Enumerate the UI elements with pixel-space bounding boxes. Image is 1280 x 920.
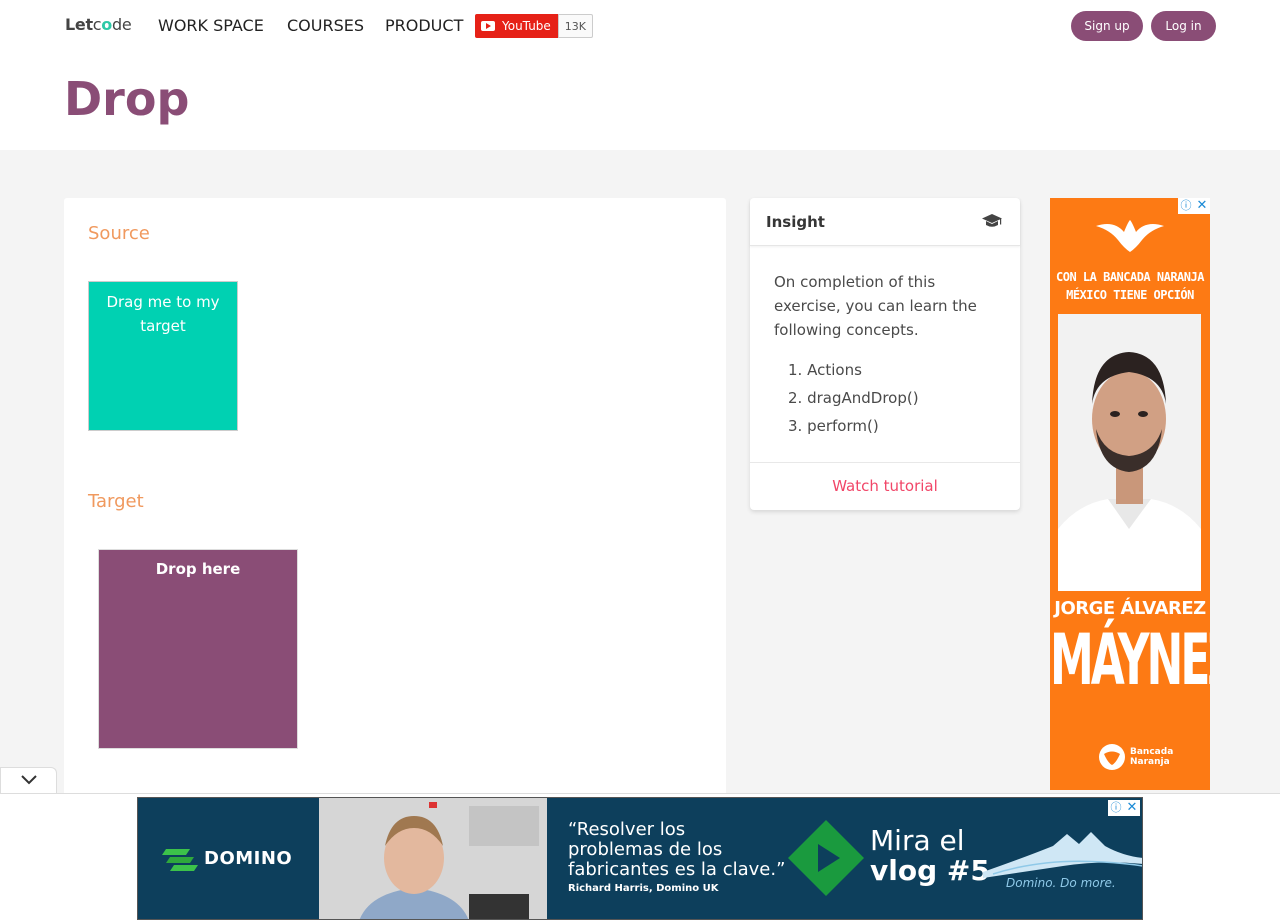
candidate-portrait-icon <box>1058 314 1201 591</box>
drag-drop-card: Source Drag me to my target Target Drop … <box>64 198 726 798</box>
youtube-subscriber-count: 13K <box>557 14 594 38</box>
ad-slogan-2: MÉXICO TIENE OPCIÓN <box>1066 288 1194 302</box>
play-diamond-icon[interactable] <box>788 820 864 896</box>
domino-tagline: Domino. Do more. <box>1006 876 1116 890</box>
concept-item-label: perform() <box>807 417 879 435</box>
ad-collapse-tab[interactable] <box>0 767 57 793</box>
logo-o: o <box>101 15 112 34</box>
signup-button[interactable]: Sign up <box>1071 11 1143 41</box>
top-header: Letcode WORK SPACE COURSES PRODUCT YouTu… <box>0 0 1280 150</box>
chevron-down-icon <box>21 775 37 785</box>
bottom-ad-bar: ⓘ ✕ DOMINO “Resolver los problemas de lo… <box>0 793 1280 920</box>
bancada-logo-line1: Bancada <box>1130 747 1174 757</box>
ad-info-icon[interactable]: ⓘ <box>1178 198 1194 214</box>
page-title: Drop <box>64 72 190 126</box>
domino-brand: DOMINO <box>204 847 293 869</box>
ad-controls: ⓘ ✕ <box>1108 800 1140 816</box>
youtube-label: YouTube <box>502 19 551 33</box>
candidate-surname: MÁYNEZ <box>1050 620 1210 702</box>
youtube-button[interactable]: YouTube <box>475 14 558 38</box>
insight-body: On completion of this exercise, you can … <box>750 246 1020 442</box>
ad-quote-line1: “Resolver los <box>568 819 686 840</box>
mountain-logo-icon <box>983 832 1142 878</box>
ad-quote: “Resolver los problemas de los fabricant… <box>568 820 785 880</box>
bancada-naranja-logo: Bancada Naranja <box>1098 743 1173 771</box>
concept-item: 2. dragAndDrop() <box>788 389 919 407</box>
ad-quote-author: Richard Harris, Domino UK <box>568 883 719 894</box>
letcode-logo[interactable]: Letcode <box>65 15 132 34</box>
login-button[interactable]: Log in <box>1151 11 1216 41</box>
insight-header: Insight <box>750 198 1020 246</box>
ad-quote-line3: fabricantes es la clave.” <box>568 859 786 880</box>
ad-slogan-1: CON LA BANCADA NARANJA <box>1056 270 1204 284</box>
nav-workspace[interactable]: WORK SPACE <box>158 16 264 35</box>
vertical-ad[interactable]: ⓘ ✕ CON LA BANCADA NARANJA MÉXICO TIENE … <box>1050 198 1210 790</box>
insight-intro: On completion of this exercise, you can … <box>774 273 977 339</box>
watch-tutorial-link[interactable]: Watch tutorial <box>750 462 1020 510</box>
logo-de: de <box>112 15 132 34</box>
droppable-target[interactable]: Drop here <box>98 549 298 749</box>
nav-product[interactable]: PRODUCT <box>385 16 463 35</box>
youtube-play-icon <box>481 21 495 31</box>
domino-banner-ad[interactable]: ⓘ ✕ DOMINO “Resolver los problemas de lo… <box>137 797 1143 920</box>
ad-quote-line2: problemas de los <box>568 839 723 860</box>
insight-card: Insight On completion of this exercise, … <box>750 198 1020 510</box>
insight-title: Insight <box>766 213 825 231</box>
logo-let: Let <box>65 15 93 34</box>
domino-logo: DOMINO <box>162 845 292 871</box>
nav-courses[interactable]: COURSES <box>287 16 364 35</box>
eagle-logo-icon <box>1096 220 1164 252</box>
bancada-logo-text: Bancada Naranja <box>1130 747 1173 767</box>
presenter-icon <box>319 798 547 919</box>
ad-close-icon[interactable]: ✕ <box>1194 198 1210 214</box>
candidate-name: JORGE ÁLVAREZ <box>1054 598 1206 619</box>
target-label: Target <box>88 491 144 512</box>
bancada-logo-line2: Naranja <box>1130 757 1170 767</box>
concept-item: 1. Actions <box>788 361 862 379</box>
ad-close-icon[interactable]: ✕ <box>1124 800 1140 816</box>
candidate-photo <box>1058 314 1201 591</box>
graduation-cap-icon <box>982 214 1002 227</box>
concept-item-label: Actions <box>807 361 862 379</box>
presenter-photo <box>319 798 547 919</box>
ad-info-icon[interactable]: ⓘ <box>1108 800 1124 816</box>
vlog-line1: Mira el <box>870 824 965 857</box>
bancada-logo-icon <box>1099 744 1125 770</box>
concept-item-label: dragAndDrop() <box>807 389 919 407</box>
concept-item: 3. perform() <box>788 417 879 435</box>
youtube-subscribe[interactable]: YouTube 13K <box>475 14 594 38</box>
ad-controls: ⓘ ✕ <box>1178 198 1210 214</box>
vlog-line2: vlog #5 <box>870 854 990 887</box>
domino-swoosh-icon <box>162 849 198 871</box>
source-label: Source <box>88 223 150 244</box>
vlog-title: Mira el vlog #5 <box>870 826 990 886</box>
draggable-source[interactable]: Drag me to my target <box>88 281 238 431</box>
concept-list: 1. Actions 2. dragAndDrop() 3. perform() <box>774 358 996 442</box>
